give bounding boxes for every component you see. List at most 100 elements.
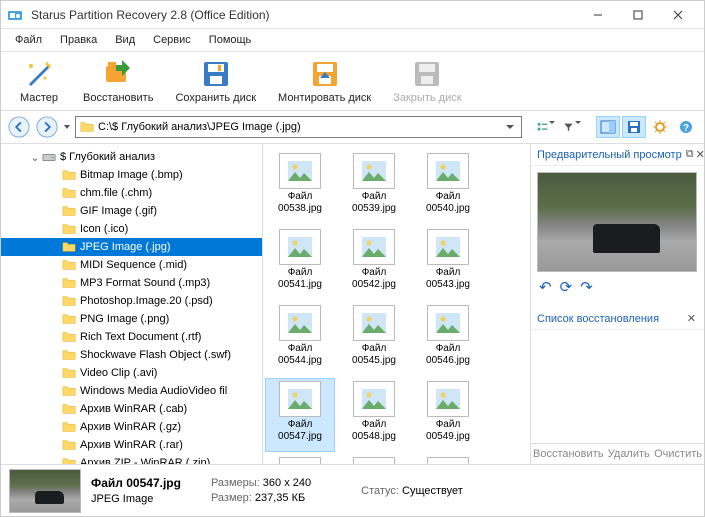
tree-item[interactable]: PNG Image (.png) bbox=[1, 310, 262, 328]
file-thumb[interactable]: Файл00539.jpg bbox=[339, 150, 409, 224]
tree-item[interactable]: Bitmap Image (.bmp) bbox=[1, 166, 262, 184]
file-thumb[interactable]: Файл00540.jpg bbox=[413, 150, 483, 224]
tree-item[interactable]: MP3 Format Sound (.mp3) bbox=[1, 274, 262, 292]
tree-item[interactable]: Windows Media AudioVideo fil bbox=[1, 382, 262, 400]
mount-disk-icon bbox=[309, 58, 341, 90]
file-thumb[interactable]: Файл00543.jpg bbox=[413, 226, 483, 300]
menu-правка[interactable]: Правка bbox=[52, 31, 105, 49]
file-caption: Файл00540.jpg bbox=[426, 191, 470, 214]
size-value: 237,35 КБ bbox=[255, 492, 305, 504]
tree-item[interactable]: Photoshop.Image.20 (.psd) bbox=[1, 292, 262, 310]
status-thumbnail bbox=[9, 469, 81, 513]
save-button[interactable] bbox=[622, 116, 646, 138]
tree-item[interactable]: chm.file (.chm) bbox=[1, 184, 262, 202]
view-options-button[interactable] bbox=[536, 116, 560, 138]
tree-root[interactable]: ⌄$ Глубокий анализ bbox=[1, 148, 262, 166]
image-icon bbox=[279, 457, 321, 464]
tree-item[interactable]: MIDI Sequence (.mid) bbox=[1, 256, 262, 274]
refresh-icon[interactable]: ⟳ bbox=[560, 278, 573, 296]
dim-value: 360 x 240 bbox=[263, 477, 311, 489]
file-thumb[interactable]: Файл00552.jpg bbox=[413, 454, 483, 464]
popout-icon[interactable]: ⧉ bbox=[686, 148, 694, 161]
image-icon bbox=[279, 381, 321, 417]
tree-item[interactable]: Shockwave Flash Object (.swf) bbox=[1, 346, 262, 364]
file-caption: Файл00538.jpg bbox=[278, 191, 322, 214]
file-thumb[interactable]: Файл00548.jpg bbox=[339, 378, 409, 452]
menu-файл[interactable]: Файл bbox=[7, 31, 50, 49]
file-caption: Файл00545.jpg bbox=[352, 343, 396, 366]
recovery-list[interactable] bbox=[531, 330, 704, 443]
file-thumb[interactable]: Файл00549.jpg bbox=[413, 378, 483, 452]
image-icon bbox=[427, 457, 469, 464]
image-icon bbox=[353, 229, 395, 265]
preview-title: Предварительный просмотр bbox=[537, 149, 682, 161]
tree-item[interactable]: GIF Image (.gif) bbox=[1, 202, 262, 220]
toolbar-label: Сохранить диск bbox=[175, 92, 256, 104]
right-panel: Предварительный просмотр ⧉ ✕ ↶ ⟳ ↷ Списо… bbox=[530, 144, 704, 464]
folder-tree[interactable]: ⌄$ Глубокий анализBitmap Image (.bmp)chm… bbox=[1, 144, 263, 464]
tree-item[interactable]: Video Clip (.avi) bbox=[1, 364, 262, 382]
menu-вид[interactable]: Вид bbox=[107, 31, 143, 49]
close-disk-icon bbox=[411, 58, 443, 90]
image-icon bbox=[279, 229, 321, 265]
menu-помощь[interactable]: Помощь bbox=[201, 31, 260, 49]
toolbar-label: Монтировать диск bbox=[278, 92, 371, 104]
recovery-action[interactable]: Восстановить bbox=[531, 444, 605, 464]
file-thumb[interactable]: Файл00550.jpg bbox=[265, 454, 335, 464]
recovery-action[interactable]: Удалить bbox=[605, 444, 652, 464]
svg-text:?: ? bbox=[683, 123, 689, 134]
tree-item[interactable]: Архив WinRAR (.gz) bbox=[1, 418, 262, 436]
path-dropdown-icon[interactable] bbox=[505, 122, 517, 132]
file-caption: Файл00542.jpg bbox=[352, 267, 396, 290]
help-button[interactable]: ? bbox=[674, 116, 698, 138]
nav-back-button[interactable] bbox=[7, 115, 31, 139]
file-thumb[interactable]: Файл00546.jpg bbox=[413, 302, 483, 376]
tree-item[interactable]: JPEG Image (.jpg) bbox=[1, 238, 262, 256]
file-caption: Файл00546.jpg bbox=[426, 343, 470, 366]
tree-item[interactable]: Архив WinRAR (.rar) bbox=[1, 436, 262, 454]
address-bar[interactable] bbox=[75, 116, 522, 138]
recovery-action[interactable]: Очистить bbox=[652, 444, 704, 464]
preview-controls: ↶ ⟳ ↷ bbox=[537, 272, 698, 302]
file-view[interactable]: Файл00538.jpg Файл00539.jpg Файл00540.jpg Ф… bbox=[263, 144, 530, 464]
menu-сервис[interactable]: Сервис bbox=[145, 31, 199, 49]
image-icon bbox=[353, 305, 395, 341]
image-icon bbox=[353, 381, 395, 417]
preview-header: Предварительный просмотр ⧉ ✕ bbox=[531, 144, 704, 166]
file-thumb[interactable]: Файл00545.jpg bbox=[339, 302, 409, 376]
tree-item[interactable]: Icon (.ico) bbox=[1, 220, 262, 238]
file-thumb[interactable]: Файл00542.jpg bbox=[339, 226, 409, 300]
file-thumb[interactable]: Файл00551.jpg bbox=[339, 454, 409, 464]
filter-button[interactable] bbox=[562, 116, 586, 138]
redo-icon[interactable]: ↷ bbox=[580, 278, 593, 296]
nav-history-dropdown[interactable] bbox=[63, 116, 71, 138]
preview-panel-toggle[interactable] bbox=[596, 116, 620, 138]
tree-item[interactable]: Архив WinRAR (.cab) bbox=[1, 400, 262, 418]
file-thumb[interactable]: Файл00547.jpg bbox=[265, 378, 335, 452]
recovery-buttons: ВосстановитьУдалитьОчистить bbox=[531, 443, 704, 464]
path-input[interactable] bbox=[98, 121, 505, 133]
file-caption: Файл00541.jpg bbox=[278, 267, 322, 290]
recovery-list-header: Список восстановления ✕ bbox=[531, 308, 704, 330]
undo-icon[interactable]: ↶ bbox=[539, 278, 552, 296]
file-thumb[interactable]: Файл00541.jpg bbox=[265, 226, 335, 300]
maximize-button[interactable] bbox=[618, 2, 658, 28]
close-icon[interactable]: ✕ bbox=[685, 312, 698, 325]
image-icon bbox=[279, 153, 321, 189]
tree-item[interactable]: Архив ZIP - WinRAR (.zip) bbox=[1, 454, 262, 464]
close-button[interactable] bbox=[658, 2, 698, 28]
nav-forward-button[interactable] bbox=[35, 115, 59, 139]
file-thumb[interactable]: Файл00538.jpg bbox=[265, 150, 335, 224]
file-thumb[interactable]: Файл00544.jpg bbox=[265, 302, 335, 376]
minimize-button[interactable] bbox=[578, 2, 618, 28]
toolbar-save-disk[interactable]: Сохранить диск bbox=[167, 56, 264, 106]
tree-item[interactable]: Rich Text Document (.rtf) bbox=[1, 328, 262, 346]
file-caption: Файл00547.jpg bbox=[278, 419, 322, 442]
toolbar-wizard[interactable]: Мастер bbox=[9, 56, 69, 106]
toolbar-recover[interactable]: Восстановить bbox=[75, 56, 161, 106]
close-icon[interactable]: ✕ bbox=[694, 148, 704, 161]
toolbar-mount-disk[interactable]: Монтировать диск bbox=[270, 56, 379, 106]
preview-pane: ↶ ⟳ ↷ bbox=[531, 166, 704, 308]
options-button[interactable] bbox=[648, 116, 672, 138]
image-icon bbox=[279, 305, 321, 341]
